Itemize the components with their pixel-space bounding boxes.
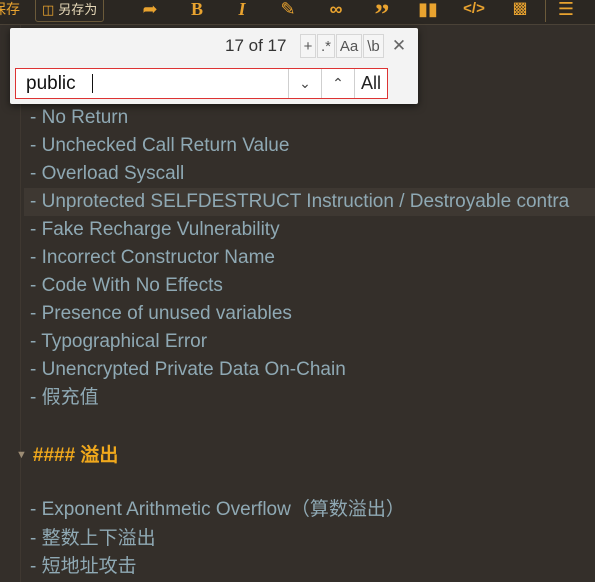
previous-match-button[interactable]: ⌃: [321, 69, 354, 98]
list-item[interactable]: - Presence of unused variables: [30, 300, 292, 328]
redo-icon[interactable]: ➦: [138, 0, 162, 20]
chevron-down-icon: ⌄: [299, 75, 311, 91]
list-item[interactable]: - 短地址攻击: [30, 553, 137, 581]
regex-toggle[interactable]: .*: [317, 34, 335, 58]
text-cursor: [92, 74, 93, 93]
gutter-line: [20, 25, 21, 582]
save-as-icon: ◫: [42, 2, 55, 17]
search-input[interactable]: [16, 69, 306, 98]
section-heading[interactable]: ▼ #### 溢出: [16, 440, 118, 470]
select-all-matches-button[interactable]: All: [354, 69, 387, 98]
list-item[interactable]: - Typographical Error: [30, 328, 207, 356]
whole-word-toggle[interactable]: \b: [363, 34, 384, 58]
link-icon[interactable]: ∞: [324, 0, 348, 20]
find-widget: 17 of 17 + .* Aa \b ✕ ⌄ ⌃ All: [10, 28, 418, 104]
match-case-toggle[interactable]: Aa: [336, 34, 362, 58]
highlighter-icon[interactable]: ✎: [276, 0, 300, 20]
image-file-icon[interactable]: ▩: [508, 0, 532, 20]
save-as-button[interactable]: ◫ 另存为: [35, 0, 105, 22]
chevron-up-icon: ⌃: [332, 75, 344, 91]
list-item[interactable]: - 整数上下溢出: [30, 525, 156, 553]
blockquote-icon[interactable]: ▮▮: [416, 0, 440, 20]
list-item[interactable]: - Incorrect Constructor Name: [30, 244, 275, 272]
bold-icon[interactable]: B: [185, 0, 209, 20]
save-button[interactable]: 保存: [0, 0, 20, 22]
editor-area[interactable]: - No Return - Unchecked Call Return Valu…: [0, 25, 595, 582]
list-item[interactable]: - Unchecked Call Return Value: [30, 132, 289, 160]
list-item[interactable]: - 假充值: [30, 384, 99, 412]
italic-icon[interactable]: I: [230, 0, 254, 20]
add-option-button[interactable]: +: [300, 34, 316, 58]
list-item-current[interactable]: - Unprotected SELFDESTRUCT Instruction /…: [24, 188, 595, 216]
section-heading-text: #### 溢出: [32, 445, 119, 466]
markdown-editor-window: 保存 ◫另存为 ➦ B I ✎ ∞ ” ▮▮ </> ▩ ☰ - No Retu…: [0, 0, 595, 582]
list-item[interactable]: - Overload Syscall: [30, 160, 184, 188]
list-item[interactable]: - Fake Recharge Vulnerability: [30, 216, 280, 244]
list-item[interactable]: - Unencrypted Private Data On-Chain: [30, 356, 346, 384]
toolbar: 保存 ◫另存为 ➦ B I ✎ ∞ ” ▮▮ </> ▩ ☰: [0, 0, 595, 31]
close-icon[interactable]: ✕: [390, 36, 408, 56]
save-button-label: 保存: [0, 1, 20, 17]
list-item[interactable]: - Code With No Effects: [30, 272, 223, 300]
toolbar-divider: [545, 0, 546, 22]
quote-icon[interactable]: ”: [370, 0, 394, 31]
list-icon[interactable]: ☰: [554, 0, 578, 20]
collapse-caret-icon[interactable]: ▼: [16, 440, 27, 470]
code-icon[interactable]: </>: [462, 0, 486, 20]
next-match-button[interactable]: ⌄: [288, 69, 321, 98]
match-count: 17 of 17: [225, 36, 287, 55]
list-item[interactable]: - Exponent Arithmetic Overflow（算数溢出）: [30, 496, 405, 524]
save-as-label: 另存为: [58, 2, 98, 17]
list-item[interactable]: - No Return: [30, 104, 128, 132]
search-box: ⌄ ⌃ All: [15, 68, 388, 99]
